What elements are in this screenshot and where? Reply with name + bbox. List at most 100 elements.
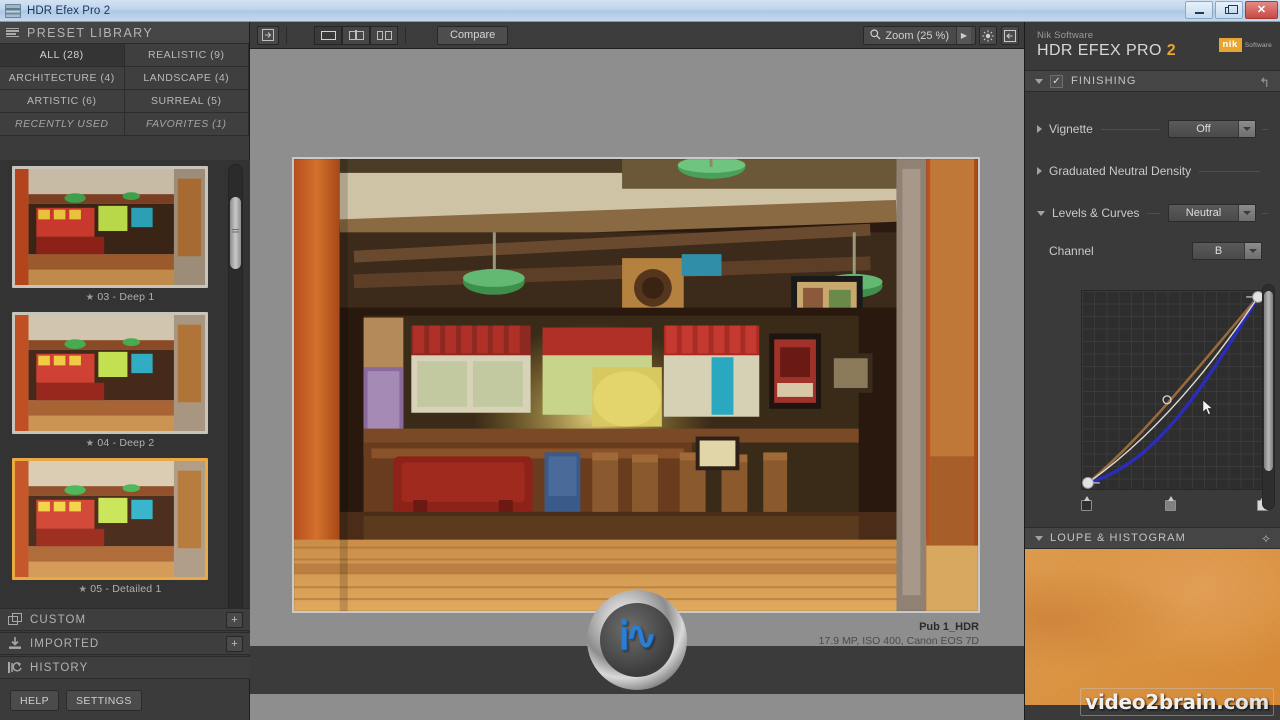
- watermark-brand: video2brain: [1085, 690, 1217, 714]
- chevron-right-icon[interactable]: [1037, 125, 1042, 133]
- mouse-cursor: [1202, 399, 1214, 416]
- toolbar-right-icons: [979, 26, 1019, 45]
- chevron-down-icon[interactable]: [1037, 210, 1045, 216]
- category-all[interactable]: ALL (28): [0, 44, 125, 67]
- minimize-button[interactable]: [1185, 1, 1213, 19]
- levels-curves-label: Levels & Curves: [1052, 206, 1140, 220]
- left-panel-buttons: HELP SETTINGS: [10, 690, 142, 711]
- chevron-down-icon[interactable]: [1238, 121, 1255, 137]
- levels-curves-control[interactable]: Levels & Curves Neutral: [1025, 196, 1280, 230]
- section-history-label: HISTORY: [30, 661, 89, 674]
- preset-thumbnail[interactable]: [12, 312, 208, 434]
- video2brain-logo: Ꭵ∿: [587, 590, 687, 690]
- chevron-down-icon[interactable]: [1244, 243, 1261, 259]
- vignette-value: Off: [1196, 123, 1211, 135]
- graduated-neutral-density-control[interactable]: Graduated Neutral Density: [1025, 154, 1280, 188]
- preset-preview-image: [15, 461, 205, 577]
- channel-control[interactable]: Channel B: [1025, 234, 1280, 268]
- add-imported-button[interactable]: +: [226, 636, 243, 652]
- watermark-suffix: .com: [1216, 690, 1269, 714]
- import-icon: [8, 637, 23, 650]
- view-mode-side-by-side[interactable]: [370, 25, 398, 45]
- brightness-icon[interactable]: [979, 26, 997, 45]
- adjustments-panel: Nik Software HDR EFEX PRO 2 nik Software…: [1024, 22, 1280, 720]
- adjustments-scrollbar[interactable]: [1262, 284, 1275, 510]
- chevron-down-icon[interactable]: [1035, 78, 1043, 84]
- compare-button[interactable]: Compare: [437, 25, 509, 45]
- section-history[interactable]: HISTORY: [0, 656, 250, 679]
- category-realistic[interactable]: REALISTIC (9): [124, 44, 249, 67]
- category-surreal[interactable]: SURREAL (5): [124, 90, 249, 113]
- loupe-texture: [1025, 549, 1280, 705]
- image-canvas[interactable]: Pub 1_HDR 17.9 MP, ISO 400, Canon EOS 7D…: [250, 49, 1024, 694]
- black-point-slider[interactable]: [1081, 496, 1092, 511]
- chevron-down-icon[interactable]: [1035, 535, 1043, 541]
- preset-label: ★ 03 - Deep 1: [85, 291, 155, 303]
- vignette-control[interactable]: Vignette Off: [1025, 112, 1280, 146]
- collapse-panel-icon[interactable]: [257, 25, 279, 45]
- window-title: HDR Efex Pro 2: [27, 4, 111, 17]
- preset-preview-image: [15, 169, 205, 285]
- category-artistic[interactable]: ARTISTIC (6): [0, 90, 125, 113]
- loupe-histogram-header[interactable]: LOUPE & HISTOGRAM ✧: [1025, 527, 1280, 549]
- view-mode-split[interactable]: [342, 25, 370, 45]
- preview-image-content: [294, 159, 978, 611]
- image-title: Pub 1_HDR: [919, 621, 979, 633]
- levels-curves-value: Neutral: [1185, 207, 1222, 219]
- view-mode-single[interactable]: [314, 25, 342, 45]
- curve-graph: [1082, 291, 1264, 489]
- chevron-down-icon[interactable]: [1238, 205, 1255, 221]
- levels-curves-dropdown[interactable]: Neutral: [1168, 204, 1256, 222]
- magnifier-icon: [870, 27, 881, 45]
- section-imported[interactable]: IMPORTED +: [0, 632, 250, 655]
- settings-button[interactable]: SETTINGS: [66, 690, 142, 711]
- restore-button[interactable]: [1215, 1, 1243, 19]
- finishing-section-header[interactable]: ✓ FINISHING ↰: [1025, 70, 1280, 92]
- zoom-dropdown-arrow[interactable]: ▶: [956, 27, 971, 44]
- finishing-checkbox[interactable]: ✓: [1050, 74, 1063, 88]
- history-icon: [8, 661, 23, 674]
- preset-scrollbar-thumb[interactable]: [230, 197, 241, 269]
- preset-scrollbar[interactable]: [228, 164, 243, 626]
- section-custom[interactable]: CUSTOM +: [0, 608, 250, 631]
- preset-thumbnail[interactable]: [12, 166, 208, 288]
- preset-library-title: PRESET LIBRARY: [27, 25, 154, 40]
- category-architecture[interactable]: ARCHITECTURE (4): [0, 67, 125, 90]
- menu-icon[interactable]: [6, 27, 19, 38]
- preset-label: ★ 04 - Deep 2: [85, 437, 155, 449]
- finishing-label: FINISHING: [1071, 75, 1137, 87]
- reset-arrow-icon[interactable]: ↰: [1259, 75, 1270, 91]
- level-sliders[interactable]: [1075, 496, 1271, 514]
- chevron-right-icon[interactable]: [1037, 167, 1042, 175]
- preview-image[interactable]: [292, 157, 980, 613]
- midpoint-slider[interactable]: [1165, 496, 1176, 511]
- export-icon[interactable]: [1001, 26, 1019, 45]
- vignette-dropdown[interactable]: Off: [1168, 120, 1256, 138]
- window-title-bar: HDR Efex Pro 2 ✕: [0, 0, 1280, 22]
- bottom-strip: Ꭵ∿: [250, 590, 1024, 694]
- category-favorites[interactable]: FAVORITES (1): [124, 113, 249, 136]
- channel-dropdown[interactable]: B: [1192, 242, 1262, 260]
- preset-name: 04 - Deep 2: [97, 437, 155, 449]
- close-button[interactable]: ✕: [1245, 1, 1278, 19]
- preset-preview-image: [15, 315, 205, 431]
- section-imported-label: IMPORTED: [30, 637, 100, 650]
- help-button[interactable]: HELP: [10, 690, 60, 711]
- product-version: 2: [1166, 42, 1176, 59]
- nik-logo-mark: nik: [1218, 38, 1242, 52]
- adjustments-scrollbar-thumb[interactable]: [1264, 291, 1273, 471]
- image-caption: Pub 1_HDR 17.9 MP, ISO 400, Canon EOS 7D: [819, 621, 979, 647]
- video2brain-watermark: video2brain.com: [1080, 688, 1274, 716]
- preset-name: 03 - Deep 1: [97, 291, 155, 303]
- preset-thumbnail-selected[interactable]: [12, 458, 208, 580]
- application-window: HDR Efex Pro 2 ✕ PRESET LIBRARY ALL (28)…: [0, 0, 1280, 720]
- tone-curve-editor[interactable]: [1081, 290, 1265, 490]
- add-custom-button[interactable]: +: [226, 612, 243, 628]
- pin-icon[interactable]: ✧: [1261, 532, 1271, 546]
- category-recently-used[interactable]: RECENTLY USED: [0, 113, 125, 136]
- loupe-histogram-label: LOUPE & HISTOGRAM: [1050, 532, 1186, 544]
- preset-name: 05 - Detailed 1: [90, 583, 162, 595]
- category-landscape[interactable]: LANDSCAPE (4): [124, 67, 249, 90]
- preset-thumbnail-list[interactable]: ★ 03 - Deep 1 ★ 04 - Deep 2 ★ 05 - Detai…: [0, 160, 250, 630]
- zoom-control[interactable]: Zoom (25 %) ▶: [863, 26, 976, 45]
